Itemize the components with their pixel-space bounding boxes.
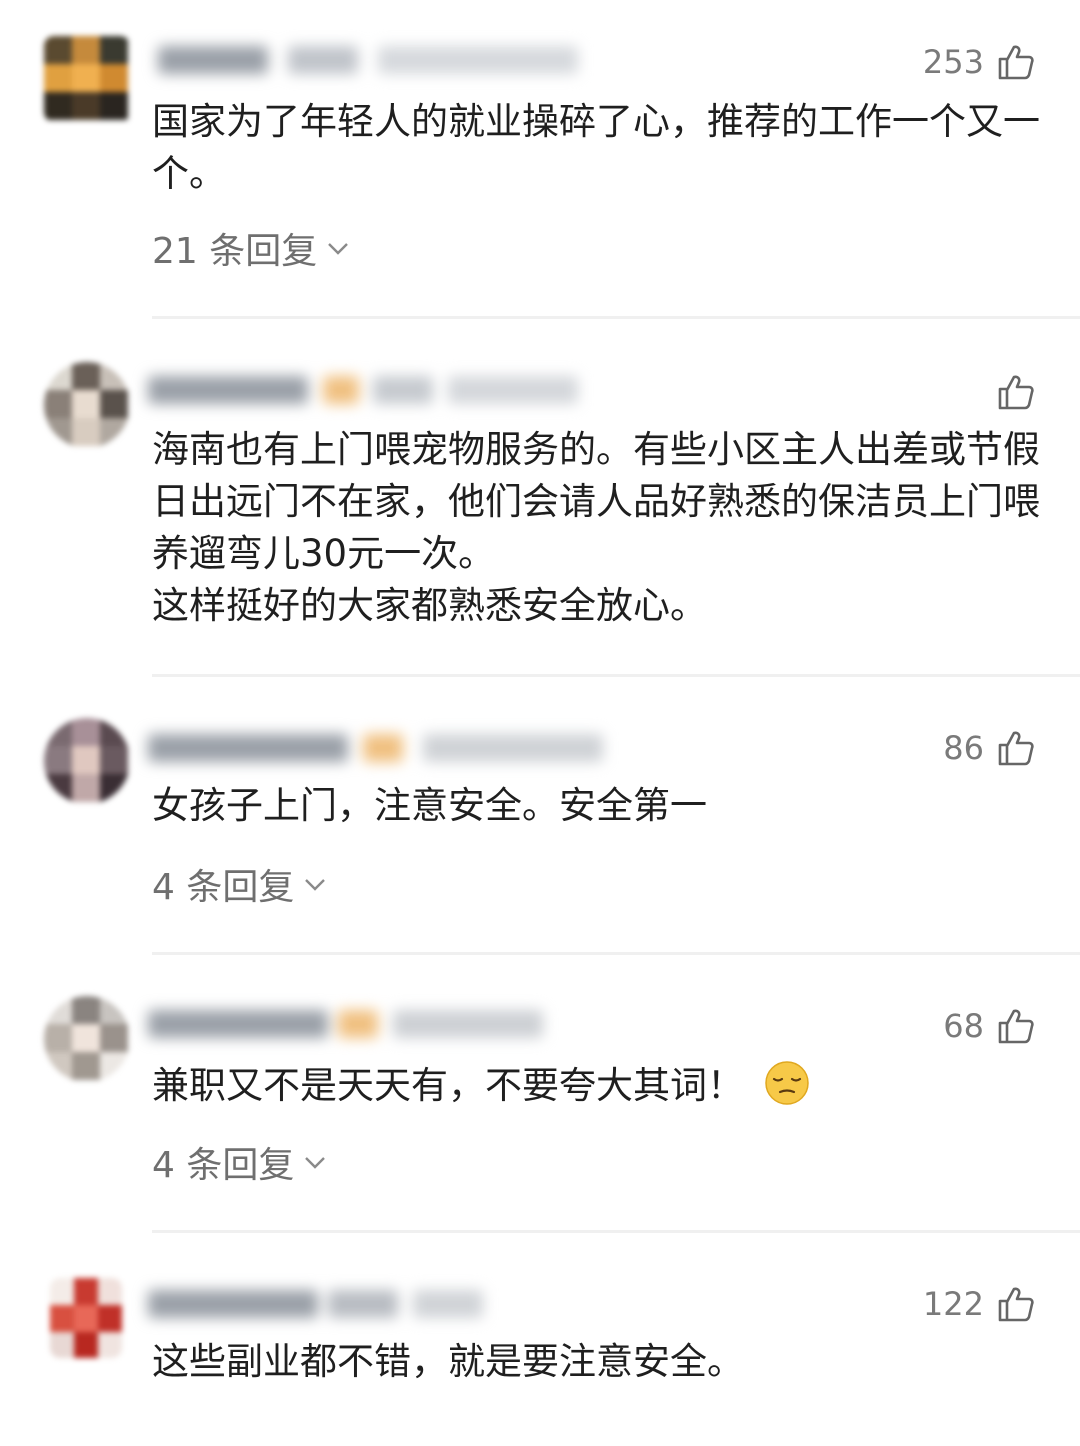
chevron-down-icon: [305, 1157, 326, 1169]
like-button[interactable]: 86: [943, 726, 1036, 770]
divider: [152, 316, 1080, 319]
comment-list: 253 国家为了年轻人的就业操碎了心，推荐的工作一个又一个。 21 条回复 海南…: [0, 0, 1080, 1446]
like-count: 68: [943, 1007, 984, 1045]
thumbs-up-icon: [998, 731, 1034, 766]
comment-text: 兼职又不是天天有，不要夸大其词！: [152, 1060, 1040, 1112]
chevron-down-icon: [305, 879, 326, 891]
like-count: 86: [943, 729, 984, 767]
reply-count: 4 条回复: [152, 867, 295, 908]
divider: [152, 1230, 1080, 1233]
pensive-face-emoji-icon: [765, 1061, 809, 1105]
comment-text-body: 兼职又不是天天有，不要夸大其词！: [152, 1064, 744, 1107]
comment-text: 海南也有上门喂宠物服务的。有些小区主人出差或节假日出远门不在家，他们会请人品好熟…: [152, 428, 1040, 627]
reply-count: 4 条回复: [152, 1145, 295, 1186]
avatar[interactable]: [50, 1278, 122, 1358]
comment-text: 这些副业都不错，就是要注意安全。: [152, 1340, 744, 1383]
thumbs-up-icon: [998, 375, 1034, 410]
thumbs-up-icon: [998, 1287, 1034, 1322]
like-button[interactable]: [984, 370, 1036, 414]
divider: [152, 674, 1080, 677]
avatar[interactable]: [44, 36, 130, 122]
divider: [152, 952, 1080, 955]
username[interactable]: [148, 370, 598, 410]
view-replies-button[interactable]: 21 条回复: [152, 222, 351, 274]
like-button[interactable]: 253: [923, 40, 1036, 84]
username[interactable]: [148, 40, 598, 80]
avatar[interactable]: [44, 996, 130, 1082]
view-replies-button[interactable]: 4 条回复: [152, 1136, 328, 1188]
chevron-down-icon: [328, 243, 349, 255]
thumbs-up-icon: [998, 1009, 1034, 1044]
username[interactable]: [148, 1004, 598, 1044]
avatar[interactable]: [44, 362, 130, 448]
like-button[interactable]: 68: [943, 1004, 1036, 1048]
comment-text: 女孩子上门，注意安全。安全第一: [152, 784, 707, 827]
like-count: 253: [922, 43, 984, 81]
username[interactable]: [148, 728, 603, 768]
comment-text: 国家为了年轻人的就业操碎了心，推荐的工作一个又一个。: [152, 100, 1040, 195]
view-replies-button[interactable]: 4 条回复: [152, 858, 328, 910]
thumbs-up-icon: [998, 45, 1034, 80]
username[interactable]: [148, 1284, 598, 1324]
like-button[interactable]: 122: [923, 1282, 1036, 1326]
like-count: 122: [922, 1285, 984, 1323]
avatar[interactable]: [44, 718, 130, 804]
reply-count: 21 条回复: [152, 231, 318, 272]
